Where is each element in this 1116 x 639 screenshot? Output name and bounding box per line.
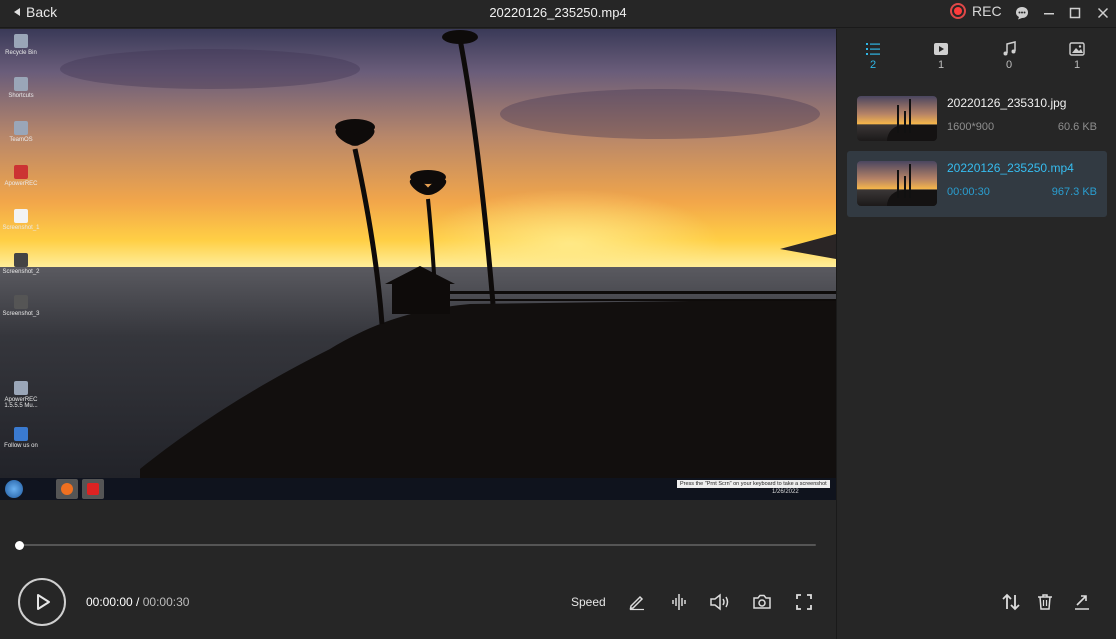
desktop-icon: Screenshot_2	[2, 253, 40, 275]
file-name: 20220126_235250.mp4	[947, 161, 1074, 175]
play-icon	[37, 594, 50, 610]
firefox-icon	[56, 479, 78, 499]
tab-all-count: 2	[869, 59, 877, 71]
video-silhouette	[140, 30, 836, 500]
list-item[interactable]: 20220126_235250.mp4 00:00:30 967.3 KB	[847, 151, 1107, 217]
progress-track[interactable]	[19, 544, 816, 546]
record-icon	[950, 3, 966, 19]
close-button[interactable]	[1093, 4, 1113, 22]
video-icon	[934, 43, 948, 55]
tab-images[interactable]: 1	[1057, 41, 1097, 71]
export-button[interactable]	[1070, 590, 1094, 614]
minimize-button[interactable]	[1039, 4, 1059, 22]
media-panel: 2 1 0 1 20220126_235310.jpg 1600*900 60.…	[836, 29, 1116, 639]
tab-videos[interactable]: 1	[921, 41, 961, 71]
time-separator: /	[132, 595, 143, 609]
minimize-icon	[1044, 13, 1054, 15]
desktop-icon: Shortcuts	[2, 77, 40, 99]
file-size: 967.3 KB	[1051, 186, 1097, 198]
file-thumbnail	[857, 161, 937, 206]
file-size: 60.6 KB	[1057, 121, 1097, 133]
tab-audio-count: 0	[1005, 59, 1013, 71]
volume-button[interactable]	[709, 591, 731, 613]
file-duration: 00:00:30	[947, 186, 990, 198]
time-display: 00:00:00 / 00:00:30	[86, 595, 189, 609]
desktop-icons: Recycle Bin Shortcuts TeamOS ApowerREC S…	[0, 29, 44, 479]
desktop-icon: Recycle Bin	[2, 34, 40, 56]
trim-button[interactable]	[668, 591, 690, 613]
total-time: 00:00:30	[142, 595, 190, 609]
back-label: Back	[26, 4, 58, 20]
speed-button[interactable]: Speed	[571, 595, 606, 609]
tab-all[interactable]: 2	[853, 41, 893, 71]
speaker-icon	[710, 593, 729, 611]
trash-icon	[1038, 594, 1052, 610]
video-player[interactable]: Recycle Bin Shortcuts TeamOS ApowerREC S…	[0, 29, 836, 500]
tab-images-count: 1	[1073, 59, 1081, 71]
play-button[interactable]	[18, 578, 66, 626]
progress-knob[interactable]	[14, 541, 24, 550]
maximize-button[interactable]	[1065, 4, 1085, 22]
taskbar-date: 1/26/2022	[772, 489, 799, 495]
desktop-icon: ApowerREC	[2, 165, 40, 187]
pencil-icon	[629, 595, 644, 611]
export-icon	[1075, 595, 1089, 610]
window-title: 20220126_235250.mp4	[489, 5, 627, 20]
camera-icon	[753, 594, 771, 609]
feedback-button[interactable]	[1012, 4, 1032, 22]
maximize-icon	[1069, 7, 1081, 19]
fullscreen-button[interactable]	[793, 591, 815, 613]
screenshot-tooltip: Press the "Prnt Scrn" on your keyboard t…	[677, 480, 830, 488]
delete-button[interactable]	[1033, 590, 1057, 614]
list-icon	[866, 43, 880, 55]
file-thumbnail	[857, 96, 937, 141]
back-button[interactable]: Back	[14, 4, 57, 20]
playback-controls: 00:00:00 / 00:00:30 Speed	[0, 500, 836, 639]
close-icon	[1097, 7, 1109, 19]
image-icon	[1069, 42, 1085, 56]
music-icon	[1003, 41, 1016, 56]
screenshot-button[interactable]	[751, 591, 773, 613]
sort-icon	[1002, 593, 1020, 611]
tab-audio[interactable]: 0	[989, 41, 1029, 71]
back-arrow-icon	[14, 8, 20, 16]
sort-button[interactable]	[999, 590, 1023, 614]
desktop-icon: TeamOS	[2, 121, 40, 143]
list-item[interactable]: 20220126_235310.jpg 1600*900 60.6 KB	[847, 86, 1107, 152]
desktop-icon: Screenshot_3	[2, 295, 40, 317]
start-orb-icon	[5, 480, 23, 498]
desktop-icon: ApowerREC 1.5.5.5 Mu...	[2, 381, 40, 409]
tab-videos-count: 1	[937, 59, 945, 71]
file-name: 20220126_235310.jpg	[947, 96, 1067, 110]
file-resolution: 1600*900	[947, 121, 995, 133]
desktop-icon: Screenshot_1	[2, 209, 40, 231]
audio-wave-icon	[672, 594, 686, 610]
current-time: 00:00:00	[86, 595, 133, 609]
apowerrec-taskbar-icon	[82, 479, 104, 499]
rec-label: REC	[972, 3, 1002, 19]
fullscreen-icon	[796, 594, 812, 610]
rec-button[interactable]: REC	[950, 3, 1002, 19]
edit-button[interactable]	[626, 591, 648, 613]
desktop-icon: Follow us on	[2, 427, 40, 449]
chat-icon	[1016, 7, 1028, 20]
title-bar: Back 20220126_235250.mp4 REC	[0, 0, 1116, 28]
